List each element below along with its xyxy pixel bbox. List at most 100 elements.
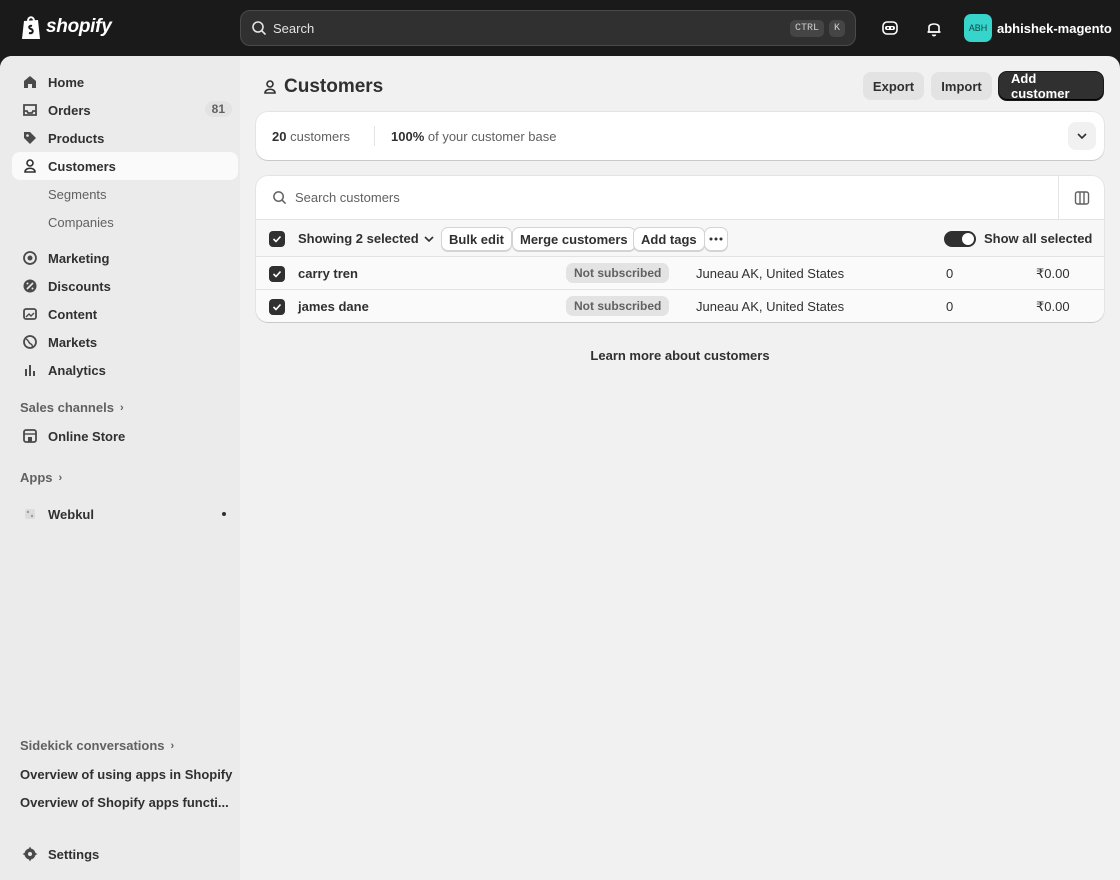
export-button[interactable]: Export: [863, 72, 924, 100]
chevron-right-icon: ›: [119, 401, 124, 414]
sidebar-item-label: Home: [48, 74, 85, 90]
sidebar-item-label: Markets: [48, 334, 98, 350]
sidebar-item-segments[interactable]: Segments: [12, 180, 238, 208]
sidebar-item-label: Products: [48, 130, 105, 146]
subscription-badge: Not subscribed: [566, 263, 670, 283]
sidekick-conversations-header[interactable]: Sidekick conversations ›: [20, 738, 174, 753]
sales-channels-header[interactable]: Sales channels ›: [20, 400, 124, 415]
sidebar-item-label: Companies: [48, 214, 114, 230]
search-placeholder: Search: [273, 20, 315, 36]
customer-count-value: 20: [272, 129, 287, 144]
customer-stats-card: 20 customers 100% of your customer base: [256, 112, 1104, 160]
sidebar-item-label: Settings: [48, 846, 100, 862]
customer-count: 20 customers: [272, 129, 350, 144]
customer-search-placeholder: Search customers: [295, 190, 400, 205]
customer-amount-spent: ₹0.00: [1036, 266, 1070, 281]
customers-table-card: Search customers Showing 2 selected Bulk…: [256, 176, 1104, 322]
columns-icon: [1074, 191, 1089, 205]
bar-chart-icon: [25, 365, 35, 376]
customer-name[interactable]: carry tren: [298, 266, 358, 281]
page-title-text: Customers: [284, 76, 384, 97]
orders-count-badge: 81: [204, 101, 232, 117]
sidebar-item-label: Customers: [48, 158, 116, 174]
customer-amount-spent: ₹0.00: [1036, 299, 1070, 314]
show-all-selected-toggle[interactable]: [944, 231, 976, 247]
merge-customers-button[interactable]: Merge customers: [512, 227, 636, 251]
selection-dropdown[interactable]: Showing 2 selected: [298, 231, 435, 246]
customer-base-label: of your customer base: [427, 129, 557, 144]
user-menu[interactable]: ABH abhishek-magento: [964, 14, 1112, 42]
sidebar-item-products[interactable]: Products: [12, 124, 238, 152]
home-icon: [24, 76, 36, 88]
sidebar-item-marketing[interactable]: Marketing: [12, 244, 238, 272]
bell-icon[interactable]: [924, 18, 944, 38]
globe-icon: [23, 335, 37, 349]
customer-base-value: 100%: [391, 129, 425, 144]
row-checkbox[interactable]: [269, 266, 285, 282]
app-surface: Home Orders 81 Products Customers Segmen…: [0, 56, 1120, 880]
sidebar-item-customers[interactable]: Customers: [12, 152, 238, 180]
row-checkbox[interactable]: [269, 299, 285, 315]
page-title: Customers: [262, 76, 383, 98]
sidekick-conversations-label: Sidekick conversations: [20, 738, 165, 753]
customer-orders: 0: [946, 299, 954, 314]
global-search-input[interactable]: Search CTRL K: [240, 10, 856, 46]
customer-search-input[interactable]: Search customers: [256, 176, 1104, 220]
customer-orders: 0: [946, 266, 954, 281]
person-icon: [264, 80, 276, 94]
sidebar-item-home[interactable]: Home: [12, 68, 238, 96]
sidebar-item-label: Webkul: [48, 506, 94, 522]
shopify-logo[interactable]: shopify: [20, 14, 112, 40]
tag-icon: [24, 132, 36, 144]
chevron-right-icon: ›: [170, 739, 175, 752]
person-icon: [24, 159, 36, 173]
table-row[interactable]: james dane Not subscribed Juneau AK, Uni…: [256, 290, 1104, 322]
customer-base-share: 100% of your customer base: [391, 129, 557, 144]
check-icon: [272, 270, 282, 278]
apps-label: Apps: [20, 470, 53, 485]
discount-icon: [23, 279, 37, 293]
user-name: abhishek-magento: [997, 20, 1112, 36]
conversation-link[interactable]: Overview of using apps in Shopify: [20, 767, 236, 782]
more-actions-button[interactable]: [704, 227, 728, 251]
divider: [374, 126, 375, 146]
select-all-checkbox[interactable]: [269, 231, 285, 247]
customer-location: Juneau AK, United States: [696, 299, 845, 314]
sidebar-item-label: Online Store: [48, 428, 126, 444]
add-customer-button[interactable]: Add customer: [999, 71, 1103, 101]
apps-header[interactable]: Apps ›: [20, 470, 62, 485]
check-icon: [272, 303, 282, 311]
sidebar-item-label: Analytics: [48, 362, 106, 378]
sidebar-item-content[interactable]: Content: [12, 300, 238, 328]
content-icon: [23, 308, 37, 320]
customer-location: Juneau AK, United States: [696, 266, 845, 281]
sidebar-item-orders[interactable]: Orders 81: [12, 96, 238, 124]
sidebar-item-online-store[interactable]: Online Store: [12, 422, 238, 450]
bulk-actions-bar: Showing 2 selected Bulk edit Merge custo…: [256, 220, 1104, 257]
add-tags-button[interactable]: Add tags: [633, 227, 705, 251]
sidekick-icon[interactable]: [880, 18, 900, 38]
chevron-down-icon: [424, 235, 434, 242]
columns-button[interactable]: [1058, 176, 1104, 220]
table-row[interactable]: carry tren Not subscribed Juneau AK, Uni…: [256, 257, 1104, 290]
search-icon: [273, 191, 287, 205]
expand-stats-button[interactable]: [1068, 122, 1096, 150]
sidebar-item-markets[interactable]: Markets: [12, 328, 238, 356]
conversation-link[interactable]: Overview of Shopify apps functi...: [20, 795, 236, 810]
check-icon: [272, 235, 282, 243]
sidebar-item-webkul[interactable]: Webkul: [12, 500, 238, 528]
bulk-edit-button[interactable]: Bulk edit: [441, 227, 512, 251]
sidebar-item-companies[interactable]: Companies: [12, 208, 238, 236]
customer-name[interactable]: james dane: [298, 299, 369, 314]
shortcut-k: K: [828, 19, 845, 37]
learn-more-link[interactable]: Learn more about customers: [256, 348, 1104, 363]
logo-text: shopify: [46, 16, 112, 37]
shortcut-ctrl: CTRL: [789, 19, 824, 37]
import-button[interactable]: Import: [931, 72, 992, 100]
sidebar-item-analytics[interactable]: Analytics: [12, 356, 238, 384]
more-horizontal-icon: [709, 237, 723, 241]
sidebar-item-label: Content: [48, 306, 98, 322]
sidebar-item-discounts[interactable]: Discounts: [12, 272, 238, 300]
sidebar-item-settings[interactable]: Settings: [12, 840, 238, 868]
store-icon: [23, 429, 37, 443]
